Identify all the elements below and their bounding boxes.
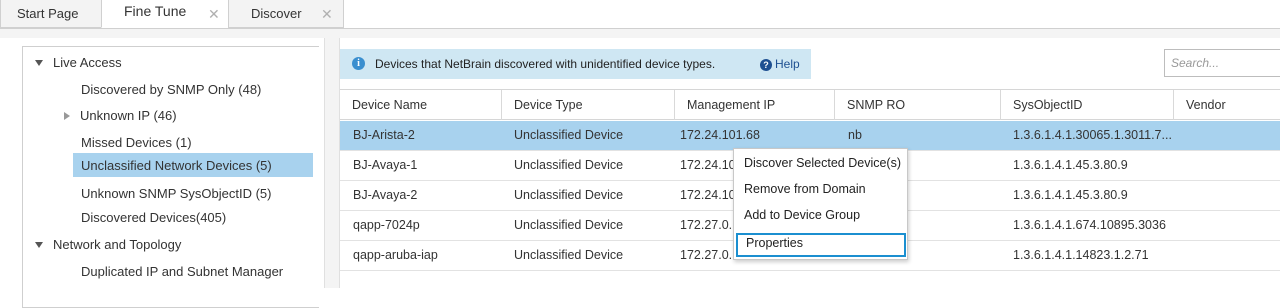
- cell-device-type: Unclassified Device: [514, 158, 624, 172]
- tab-bar: Start Page Fine Tune ✕ Discover ✕: [0, 0, 1280, 29]
- tree-node-discovered-devices[interactable]: Discovered Devices(405): [81, 210, 226, 225]
- cell-device-name: BJ-Avaya-2: [353, 188, 418, 202]
- tab-label: Fine Tune: [124, 3, 187, 19]
- tree-node-label: Unclassified Network Devices (5): [81, 158, 272, 173]
- tree-node-unknown-ip[interactable]: Unknown IP (46): [80, 108, 177, 123]
- table-row[interactable]: BJ-Arista-2 Unclassified Device 172.24.1…: [340, 121, 1280, 151]
- toolbar-strip: [0, 29, 1280, 38]
- cell-sysobjectid: 1.3.6.1.4.1.14823.1.2.71: [1013, 248, 1149, 262]
- menu-item-discover-selected[interactable]: Discover Selected Device(s): [734, 152, 907, 176]
- help-icon[interactable]: ?: [760, 59, 772, 71]
- menu-item-label: Add to Device Group: [744, 208, 861, 222]
- cell-device-type: Unclassified Device: [514, 188, 624, 202]
- menu-item-add-to-device-group[interactable]: Add to Device Group: [734, 204, 907, 228]
- cell-management-ip: 172.27.0.: [680, 248, 733, 262]
- menu-item-label: Remove from Domain: [744, 182, 866, 196]
- tree-node-live-access[interactable]: Live Access: [53, 55, 122, 70]
- menu-item-label: Properties: [746, 236, 803, 250]
- column-header-management-ip[interactable]: Management IP: [675, 90, 835, 120]
- search-input[interactable]: [1171, 56, 1271, 70]
- cell-device-type: Unclassified Device: [514, 128, 624, 142]
- tab-fine-tune[interactable]: Fine Tune ✕: [101, 0, 229, 28]
- column-header-device-name[interactable]: Device Name: [340, 90, 502, 120]
- cell-device-name: qapp-aruba-iap: [353, 248, 438, 262]
- cell-sysobjectid: 1.3.6.1.4.1.30065.1.3011.7...: [1013, 128, 1172, 142]
- collapse-icon[interactable]: [35, 60, 43, 66]
- column-header-device-type[interactable]: Device Type: [502, 90, 675, 120]
- context-menu: Discover Selected Device(s) Remove from …: [733, 148, 908, 260]
- tab-label: Start Page: [17, 6, 79, 21]
- menu-item-label: Discover Selected Device(s): [744, 156, 901, 170]
- tree-node-missed-devices[interactable]: Missed Devices (1): [81, 135, 192, 150]
- tree-node-duplicated-ip[interactable]: Duplicated IP and Subnet Manager: [81, 264, 283, 279]
- cell-snmp-ro: nb: [848, 128, 862, 142]
- cell-management-ip: 172.24.101.68: [680, 128, 760, 142]
- cell-management-ip: 172.24.10: [680, 158, 736, 172]
- tab-start-page[interactable]: Start Page: [0, 0, 102, 28]
- table-header: Device Name Device Type Management IP SN…: [340, 89, 1280, 120]
- close-icon[interactable]: ✕: [208, 0, 220, 28]
- column-header-snmp-ro[interactable]: SNMP RO: [835, 90, 1001, 120]
- close-icon[interactable]: ✕: [321, 0, 333, 28]
- navigation-tree: Live Access Discovered by SNMP Only (48)…: [22, 46, 319, 308]
- cell-device-name: qapp-7024p: [353, 218, 420, 232]
- cell-sysobjectid: 1.3.6.1.4.1.45.3.80.9: [1013, 158, 1128, 172]
- tree-node-unknown-snmp[interactable]: Unknown SNMP SysObjectID (5): [81, 186, 272, 201]
- menu-item-properties[interactable]: Properties: [736, 233, 906, 257]
- cell-device-name: BJ-Arista-2: [353, 128, 415, 142]
- column-header-sysobjectid[interactable]: SysObjectID: [1001, 90, 1174, 120]
- cell-sysobjectid: 1.3.6.1.4.1.45.3.80.9: [1013, 188, 1128, 202]
- collapse-icon[interactable]: [35, 242, 43, 248]
- search-box[interactable]: [1164, 49, 1280, 77]
- tree-node-discovered-snmp[interactable]: Discovered by SNMP Only (48): [81, 82, 261, 97]
- menu-item-remove-from-domain[interactable]: Remove from Domain: [734, 178, 907, 202]
- cell-sysobjectid: 1.3.6.1.4.1.674.10895.3036: [1013, 218, 1166, 232]
- tab-discover[interactable]: Discover ✕: [228, 0, 344, 28]
- info-banner: i Devices that NetBrain discovered with …: [340, 49, 811, 79]
- cell-management-ip: 172.27.0.: [680, 218, 733, 232]
- splitter[interactable]: [324, 38, 340, 288]
- cell-device-type: Unclassified Device: [514, 218, 624, 232]
- help-link[interactable]: Help: [775, 57, 800, 71]
- info-text: Devices that NetBrain discovered with un…: [375, 57, 716, 71]
- tab-label: Discover: [251, 6, 302, 21]
- info-icon: i: [352, 57, 365, 70]
- tree-node-unclassified[interactable]: Unclassified Network Devices (5): [73, 153, 313, 177]
- cell-device-name: BJ-Avaya-1: [353, 158, 418, 172]
- cell-management-ip: 172.24.10: [680, 188, 736, 202]
- expand-icon[interactable]: [64, 112, 70, 120]
- column-header-vendor[interactable]: Vendor: [1174, 90, 1280, 120]
- tree-node-network-topology[interactable]: Network and Topology: [53, 237, 181, 252]
- cell-device-type: Unclassified Device: [514, 248, 624, 262]
